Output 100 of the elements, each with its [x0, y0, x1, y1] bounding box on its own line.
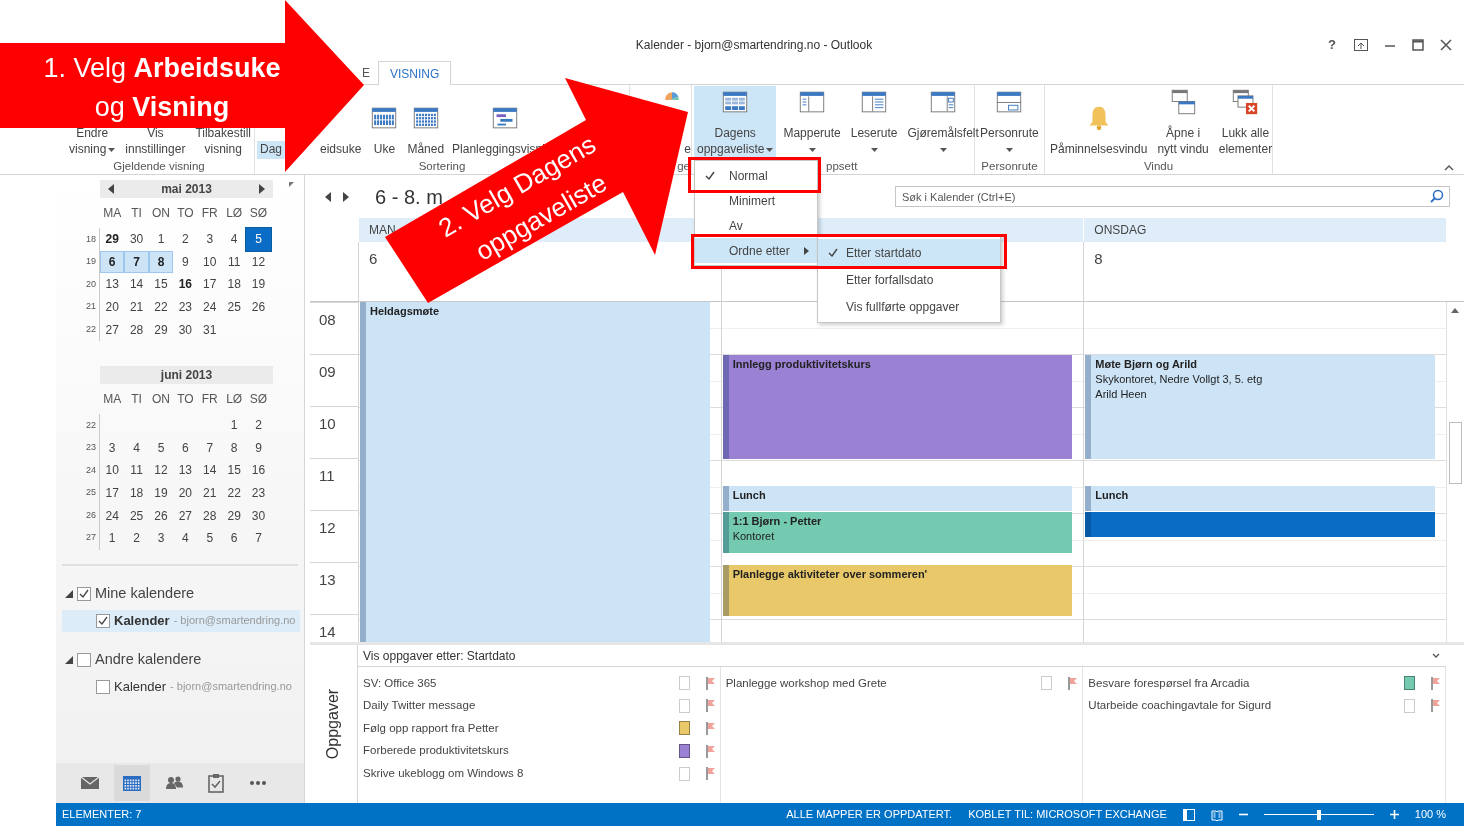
search-icon[interactable] — [1430, 189, 1444, 203]
calendar-event[interactable]: 1:1 Bjørn - Petter Kontoret — [722, 512, 1073, 553]
chevron-icon[interactable] — [1432, 653, 1440, 658]
calendar-day[interactable]: 20 — [173, 481, 198, 505]
calendar-event[interactable]: Innlegg produktivitetskurs — [722, 354, 1073, 459]
calendar-day[interactable]: 29 — [100, 228, 125, 251]
calendar-day[interactable]: 21 — [197, 481, 222, 505]
pin-icon[interactable] — [288, 181, 296, 189]
previous-icon[interactable] — [108, 184, 114, 194]
ribbon-button[interactable]: Påminnelsesvindu — [1047, 86, 1151, 159]
calendar-day[interactable]: 7 — [124, 250, 149, 274]
ribbon-button[interactable]: Dagens oppgaveliste — [694, 86, 777, 159]
next-icon[interactable] — [343, 191, 349, 202]
calendar-day[interactable]: 18 — [124, 481, 149, 505]
calendar-day[interactable]: 1 — [148, 228, 174, 251]
calendar-day[interactable]: 7 — [246, 526, 271, 550]
calendar-day[interactable]: 19 — [148, 481, 174, 505]
task-title[interactable]: Besvare forespørsel fra Arcadia — [1088, 674, 1396, 692]
calendar-day[interactable]: 4 — [124, 436, 149, 460]
calendar-day[interactable]: 29 — [221, 504, 247, 527]
calendar-day[interactable]: 13 — [173, 459, 198, 482]
calendar-day[interactable]: 17 — [100, 481, 125, 505]
calendar-day[interactable]: 14 — [124, 273, 149, 296]
calendar-day[interactable]: 20 — [100, 295, 125, 319]
calendar-day[interactable]: 4 — [221, 228, 247, 251]
scroll-thumb[interactable] — [1449, 422, 1462, 484]
calendar-day[interactable]: 8 — [148, 250, 174, 274]
calendar-day[interactable]: 7 — [197, 436, 222, 460]
task-title[interactable]: Følg opp rapport fra Petter — [363, 719, 671, 738]
ribbon-button[interactable]: Vis innstillinger — [122, 125, 189, 159]
calendar-day[interactable]: 1 — [100, 526, 125, 550]
calendar-day[interactable]: 19 — [246, 273, 271, 296]
menu-item[interactable]: Etter forfallsdato — [818, 266, 1000, 293]
task-title[interactable]: Daily Twitter message — [363, 697, 671, 715]
calendar-day[interactable]: 3 — [197, 228, 222, 251]
scroll-up-icon[interactable] — [1451, 308, 1460, 313]
calendar-day[interactable]: 4 — [173, 526, 198, 550]
flag-icon[interactable] — [705, 676, 716, 690]
calendar-day[interactable]: 2 — [124, 526, 149, 550]
calendar-day[interactable]: 3 — [100, 436, 125, 460]
collapse-icon[interactable] — [1444, 165, 1454, 171]
calendar-day[interactable]: 28 — [197, 504, 222, 527]
calendar-item[interactable]: Kalender - bjorn@smartendring.no — [62, 609, 300, 632]
ribbon-tab[interactable]: VISNING — [378, 61, 452, 85]
calendar-day[interactable]: 12 — [246, 250, 271, 274]
task-title[interactable]: Planlegge workshop med Grete — [725, 674, 1034, 692]
flag-icon[interactable] — [1431, 676, 1441, 690]
task-title[interactable]: Utarbeide coachingavtale for Sigurd — [1088, 697, 1396, 715]
menu-item[interactable]: Etter startdato — [818, 239, 1000, 266]
calendar-day[interactable]: 6 — [173, 436, 198, 460]
ribbon-button[interactable]: Dag — [257, 141, 285, 159]
calendar-day[interactable]: 16 — [173, 273, 198, 296]
zoom-in-icon[interactable] — [1389, 810, 1399, 819]
calendar-day[interactable]: 6 — [221, 526, 247, 550]
ribbon-button[interactable]: Uke — [366, 86, 403, 159]
slider-thumb[interactable] — [1316, 809, 1321, 820]
task-title[interactable]: Forberede produktivitetskurs — [363, 742, 671, 760]
calendar-day[interactable]: 18 — [221, 273, 247, 296]
calendar-button[interactable] — [114, 765, 150, 801]
calendar-day[interactable]: 3 — [148, 526, 174, 550]
calendar-day[interactable]: 24 — [100, 504, 125, 527]
help-button[interactable]: ? — [1326, 35, 1338, 55]
calendar-day[interactable]: 30 — [173, 318, 198, 341]
calendar-day[interactable]: 1 — [221, 413, 247, 437]
calendar-day[interactable]: 29 — [148, 318, 174, 341]
search-field[interactable]: Søk i Kalender (Ctrl+E) — [895, 186, 1450, 207]
calendar-day[interactable]: 27 — [100, 318, 125, 341]
calendar-day[interactable]: 5 — [148, 436, 174, 460]
calendar-day[interactable]: 25 — [124, 504, 149, 527]
calendar-day[interactable]: 12 — [148, 459, 174, 482]
next-icon[interactable] — [259, 184, 265, 194]
checkbox[interactable] — [96, 613, 110, 628]
calendar-day[interactable]: 2 — [246, 413, 271, 437]
calendar-event[interactable]: Møte Bjørn og Arild Skykontoret, Nedre Vollgt 3, 5. etg Arild Heen — [1085, 354, 1435, 459]
calendar-event[interactable]: Planlegge aktiviteter over sommeren' — [722, 564, 1073, 616]
flag-icon[interactable] — [705, 699, 716, 713]
reading-view-icon[interactable] — [1210, 808, 1223, 821]
calendar-day[interactable]: 23 — [246, 481, 271, 505]
calendar-day[interactable]: 9 — [173, 250, 198, 274]
calendar-day[interactable]: 10 — [197, 250, 222, 274]
normal-view-icon[interactable] — [1182, 808, 1195, 821]
calendar-day[interactable]: 17 — [197, 273, 222, 296]
menu-item[interactable]: Normal — [695, 163, 817, 188]
flag-icon[interactable] — [705, 722, 716, 735]
calendar-day[interactable]: 11 — [221, 250, 247, 274]
calendar-event[interactable]: Lunch — [1085, 485, 1435, 511]
ribbon-button[interactable]: Måned — [404, 86, 448, 159]
calendar-day[interactable]: 25 — [221, 295, 247, 319]
task-title[interactable]: Skrive ukeblogg om Windows 8 — [363, 765, 671, 783]
calendar-day[interactable]: 13 — [100, 273, 125, 296]
calendar-day[interactable]: 26 — [246, 295, 271, 319]
checkbox[interactable] — [77, 652, 91, 667]
ribbon-display-icon[interactable] — [1354, 39, 1368, 51]
flag-icon[interactable] — [1431, 699, 1441, 713]
calendar-day[interactable]: 28 — [124, 318, 149, 341]
calendar-day[interactable]: 6 — [100, 250, 125, 274]
flag-icon[interactable] — [705, 744, 716, 758]
ribbon-button[interactable]: Leserute — [847, 86, 901, 159]
calendar-day[interactable]: 16 — [246, 459, 271, 482]
calendar-day[interactable]: 5 — [197, 526, 222, 550]
